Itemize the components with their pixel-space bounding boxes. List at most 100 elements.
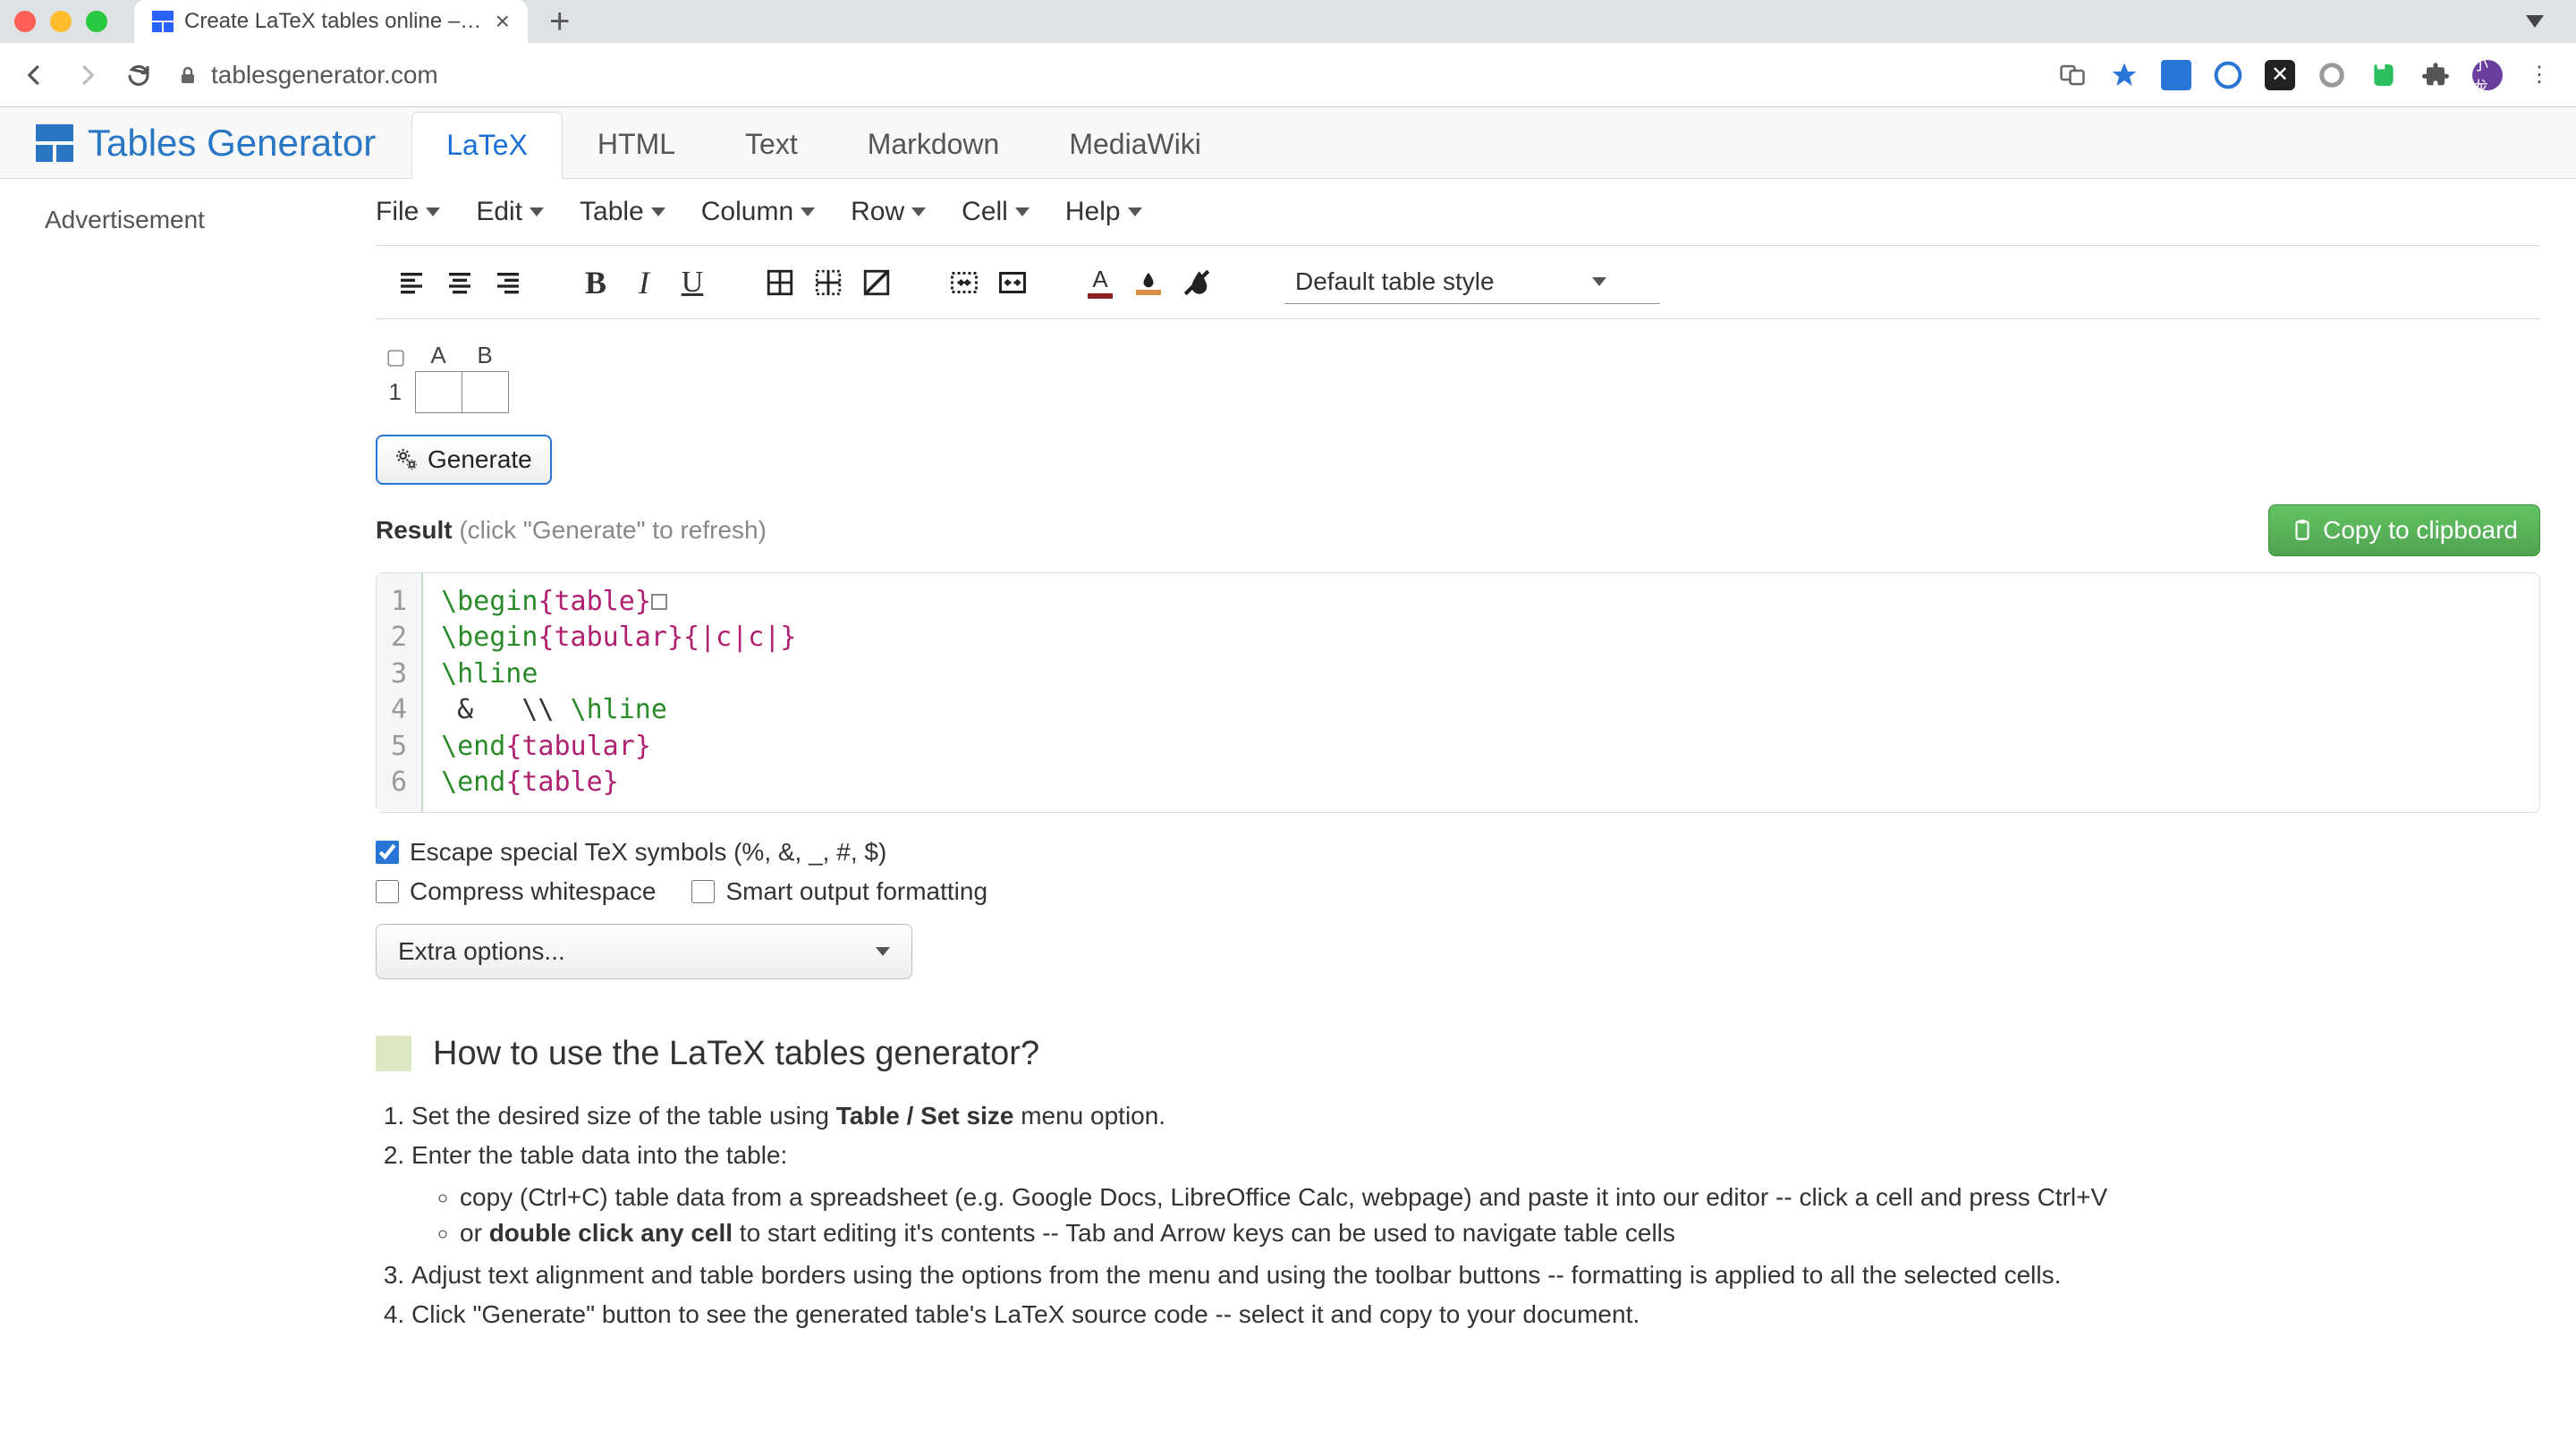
escape-symbols-checkbox[interactable]: Escape special TeX symbols (%, &, _, #, … xyxy=(376,838,886,867)
compress-whitespace-checkbox[interactable]: Compress whitespace xyxy=(376,877,656,906)
table-cell[interactable] xyxy=(462,371,508,412)
close-window-button[interactable] xyxy=(14,11,36,32)
menu-cell[interactable]: Cell xyxy=(962,197,1030,227)
style-select-label: Default table style xyxy=(1295,267,1495,296)
logo-icon xyxy=(36,124,73,162)
select-all-checkbox[interactable] xyxy=(376,341,415,371)
site-header: Tables Generator LaTeX HTML Text Markdow… xyxy=(0,107,2576,179)
profile-avatar[interactable]: 小龙 xyxy=(2472,60,2503,90)
table-cell[interactable] xyxy=(415,371,462,412)
split-cells-icon[interactable] xyxy=(995,265,1030,300)
toolbar: B I U A Default table style xyxy=(376,246,2540,319)
list-item: Set the desired size of the table using … xyxy=(411,1098,2540,1135)
bookmark-star-icon[interactable] xyxy=(2109,60,2140,90)
lock-icon xyxy=(177,64,199,86)
fill-color-icon[interactable] xyxy=(1131,265,1166,300)
merge-cells-icon[interactable] xyxy=(946,265,982,300)
ad-label: Advertisement xyxy=(45,206,205,233)
menu-edit[interactable]: Edit xyxy=(476,197,544,227)
browser-tab[interactable]: Create LaTeX tables online – Ta × xyxy=(134,0,528,43)
extension-icons: ✕ 小龙 ⋮ xyxy=(2057,60,2555,90)
menu-table[interactable]: Table xyxy=(580,197,665,227)
align-right-icon[interactable] xyxy=(490,265,526,300)
browser-menu-icon[interactable]: ⋮ xyxy=(2524,60,2555,90)
minimize-window-button[interactable] xyxy=(50,11,72,32)
generate-button[interactable]: Generate xyxy=(376,435,552,485)
italic-icon[interactable]: I xyxy=(626,265,662,300)
chevron-down-icon xyxy=(1592,277,1606,286)
column-header[interactable]: A xyxy=(415,341,462,371)
bold-icon[interactable]: B xyxy=(578,265,614,300)
howto-section: How to use the LaTeX tables generator? S… xyxy=(376,999,2540,1334)
column-header[interactable]: B xyxy=(462,341,508,371)
row-header[interactable]: 1 xyxy=(376,371,415,412)
menubar: File Edit Table Column Row Cell Help xyxy=(376,179,2540,246)
table-style-select[interactable]: Default table style xyxy=(1284,260,1660,304)
reload-button[interactable] xyxy=(125,62,152,89)
menu-column[interactable]: Column xyxy=(701,197,815,227)
align-left-icon[interactable] xyxy=(394,265,429,300)
favicon-icon xyxy=(152,11,174,32)
align-center-icon[interactable] xyxy=(442,265,478,300)
clear-format-icon[interactable] xyxy=(1179,265,1215,300)
chevron-down-icon xyxy=(911,207,926,216)
border-none-icon[interactable] xyxy=(859,265,894,300)
maximize-window-button[interactable] xyxy=(86,11,107,32)
border-inner-icon[interactable] xyxy=(810,265,846,300)
logo[interactable]: Tables Generator xyxy=(36,122,376,165)
chevron-down-icon xyxy=(1128,207,1142,216)
menu-help[interactable]: Help xyxy=(1065,197,1142,227)
list-item: Enter the table data into the table: cop… xyxy=(411,1138,2540,1252)
chevron-down-icon xyxy=(530,207,544,216)
ext-icon-4[interactable] xyxy=(2317,60,2347,90)
chevron-down-icon xyxy=(651,207,665,216)
back-button[interactable] xyxy=(21,62,48,89)
tab-mediawiki[interactable]: MediaWiki xyxy=(1034,111,1236,178)
result-label: Result (click "Generate" to refresh) xyxy=(376,516,767,545)
extra-options-dropdown[interactable]: Extra options... xyxy=(376,924,912,979)
ext-icon-1[interactable] xyxy=(2161,60,2191,90)
translate-icon[interactable] xyxy=(2057,60,2088,90)
ad-sidebar: Advertisement xyxy=(0,179,376,1337)
copy-label: Copy to clipboard xyxy=(2323,516,2518,545)
generate-label: Generate xyxy=(428,445,532,474)
code-lines[interactable]: \begin{table} \begin{tabular}{|c|c|} \hl… xyxy=(423,573,814,812)
list-item: copy (Ctrl+C) table data from a spreadsh… xyxy=(460,1180,2540,1216)
tab-latex[interactable]: LaTeX xyxy=(411,112,563,179)
tab-markdown[interactable]: Markdown xyxy=(833,111,1035,178)
underline-icon[interactable]: U xyxy=(674,265,710,300)
ext-icon-2[interactable] xyxy=(2213,60,2243,90)
editor-grid[interactable]: A B 1 xyxy=(376,341,509,413)
close-tab-icon[interactable]: × xyxy=(496,7,510,36)
smart-formatting-checkbox[interactable]: Smart output formatting xyxy=(691,877,987,906)
text-color-icon[interactable]: A xyxy=(1082,265,1118,300)
clipboard-icon xyxy=(2291,519,2314,542)
chevron-down-icon xyxy=(1015,207,1030,216)
logo-text: Tables Generator xyxy=(88,122,376,165)
list-item: Adjust text alignment and table borders … xyxy=(411,1257,2540,1294)
url-field[interactable]: tablesgenerator.com xyxy=(177,61,2032,89)
chevron-down-icon xyxy=(876,947,890,956)
menu-file[interactable]: File xyxy=(376,197,440,227)
list-item: or double click any cell to start editin… xyxy=(460,1215,2540,1252)
tab-bar: Create LaTeX tables online – Ta × + xyxy=(0,0,2576,43)
extensions-puzzle-icon[interactable] xyxy=(2420,60,2451,90)
list-item: Click "Generate" button to see the gener… xyxy=(411,1297,2540,1333)
border-all-icon[interactable] xyxy=(762,265,798,300)
ext-icon-3[interactable]: ✕ xyxy=(2265,60,2295,90)
table-editor: A B 1 xyxy=(376,319,2540,435)
chevron-down-icon xyxy=(426,207,440,216)
tab-text[interactable]: Text xyxy=(710,111,833,178)
forward-button[interactable] xyxy=(73,62,100,89)
output-options: Escape special TeX symbols (%, &, _, #, … xyxy=(376,813,2540,999)
gears-icon xyxy=(395,448,419,471)
howto-steps: Set the desired size of the table using … xyxy=(376,1073,2540,1334)
copy-to-clipboard-button[interactable]: Copy to clipboard xyxy=(2268,504,2540,556)
tab-html[interactable]: HTML xyxy=(563,111,710,178)
code-output[interactable]: 1 2 3 4 5 6 \begin{table} \begin{tabular… xyxy=(376,572,2540,813)
menu-row[interactable]: Row xyxy=(851,197,926,227)
evernote-icon[interactable] xyxy=(2368,60,2399,90)
new-tab-button[interactable]: + xyxy=(549,2,570,42)
browser-chrome: Create LaTeX tables online – Ta × + tabl… xyxy=(0,0,2576,107)
tabs-menu-icon[interactable] xyxy=(2526,15,2544,28)
